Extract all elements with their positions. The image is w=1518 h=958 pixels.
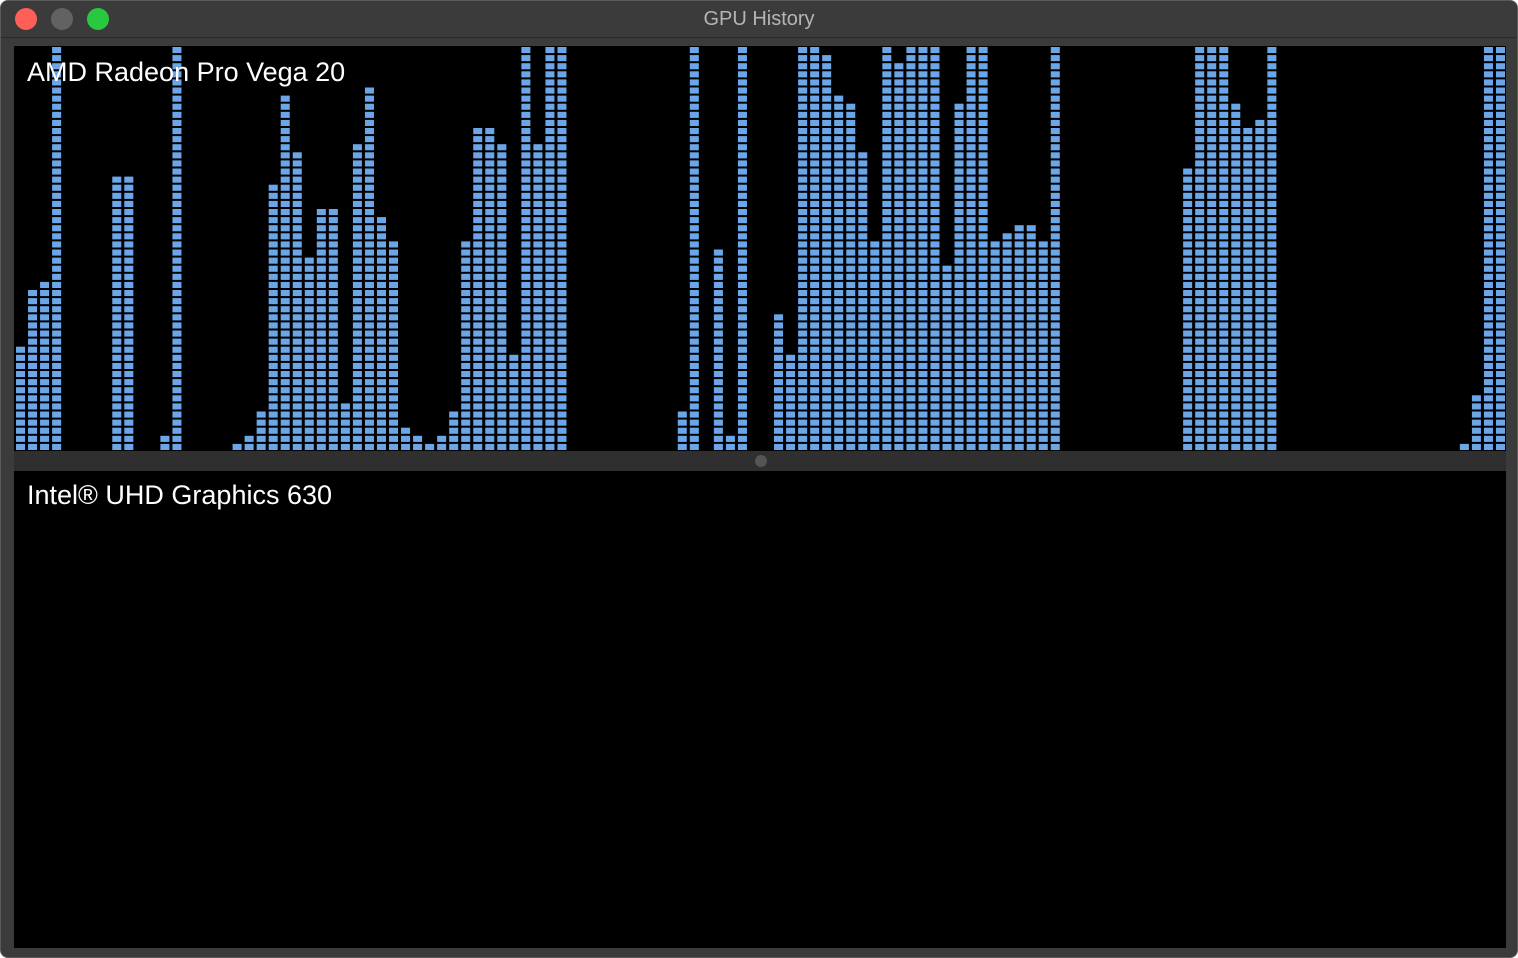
history-bar	[1183, 168, 1193, 450]
history-bar	[557, 47, 567, 450]
history-bar	[858, 152, 868, 450]
gpu-history-window: GPU History AMD Radeon Pro Vega 20 Intel…	[0, 0, 1518, 958]
history-bar	[473, 128, 483, 450]
history-bar	[1267, 47, 1277, 450]
history-bar	[1255, 119, 1265, 450]
history-bar	[364, 87, 374, 450]
history-bar	[1495, 47, 1505, 450]
history-bar	[316, 209, 326, 450]
amd-gpu-pane: AMD Radeon Pro Vega 20	[14, 46, 1506, 451]
history-bar	[1459, 443, 1469, 450]
history-bar	[340, 403, 350, 450]
history-bar	[1026, 225, 1036, 450]
gpu-history-graph	[14, 471, 1506, 948]
history-bar	[389, 241, 399, 450]
history-bar	[28, 290, 38, 450]
title-bar[interactable]: GPU History	[1, 1, 1517, 38]
history-bar	[533, 144, 543, 450]
history-bar	[160, 435, 170, 450]
history-bar	[449, 411, 459, 450]
history-bar	[40, 281, 50, 450]
history-bar	[713, 249, 723, 450]
history-bar	[52, 47, 62, 450]
history-bar	[1219, 47, 1229, 450]
history-bar	[966, 47, 976, 450]
intel-gpu-pane: Intel® UHD Graphics 630	[14, 471, 1506, 948]
history-bar	[774, 314, 784, 450]
history-bar	[846, 103, 856, 450]
history-bar	[810, 47, 820, 450]
window-title: GPU History	[703, 8, 815, 30]
history-bar	[376, 217, 386, 450]
history-bar	[822, 55, 832, 450]
history-bar	[461, 241, 471, 450]
history-bar	[737, 47, 747, 450]
history-bar	[112, 176, 122, 450]
history-bar	[485, 128, 495, 450]
history-bar	[798, 47, 808, 450]
history-bar	[124, 176, 134, 450]
history-bar	[437, 435, 447, 450]
history-bar	[978, 47, 988, 450]
history-bar	[906, 47, 916, 450]
history-bar	[497, 144, 507, 450]
history-bar	[1483, 47, 1493, 450]
history-bar	[1207, 47, 1217, 450]
history-bar	[1014, 225, 1024, 450]
split-divider[interactable]	[14, 451, 1506, 471]
history-bar	[930, 47, 940, 450]
gpu-history-graph	[16, 47, 1505, 450]
history-bar	[304, 257, 314, 450]
history-bar	[16, 346, 26, 450]
history-bar	[954, 103, 964, 450]
history-bar	[268, 184, 278, 450]
history-bar	[870, 241, 880, 450]
history-bar	[1050, 47, 1060, 450]
gpu-name-label: AMD Radeon Pro Vega 20	[27, 57, 346, 87]
history-bar	[1231, 103, 1241, 450]
history-bar	[232, 443, 242, 450]
history-bar	[545, 47, 555, 450]
history-bar	[918, 47, 928, 450]
history-bar	[1195, 47, 1205, 450]
history-bar	[990, 241, 1000, 450]
history-bar	[1471, 395, 1481, 450]
gpu-name-label: Intel® UHD Graphics 630	[27, 480, 333, 510]
history-bar	[882, 47, 892, 450]
history-bar	[328, 209, 338, 450]
history-bar	[834, 95, 844, 450]
history-bar	[292, 152, 302, 450]
history-bar	[401, 427, 411, 450]
history-bar	[942, 265, 952, 450]
history-bar	[689, 47, 699, 450]
history-bar	[521, 47, 531, 450]
history-bar	[1002, 233, 1012, 450]
history-bar	[1243, 128, 1253, 450]
history-bar	[280, 95, 290, 450]
history-bar	[677, 411, 687, 450]
history-bar	[509, 354, 519, 450]
history-bar	[725, 435, 735, 450]
history-bar	[1038, 241, 1048, 450]
history-bar	[425, 443, 435, 450]
history-bar	[786, 354, 796, 450]
history-bar	[256, 411, 266, 450]
divider-handle[interactable]	[755, 455, 767, 467]
history-bar	[413, 435, 423, 450]
history-bar	[352, 144, 362, 450]
history-bar	[172, 47, 182, 450]
history-bar	[244, 435, 254, 450]
history-bar	[894, 63, 904, 450]
